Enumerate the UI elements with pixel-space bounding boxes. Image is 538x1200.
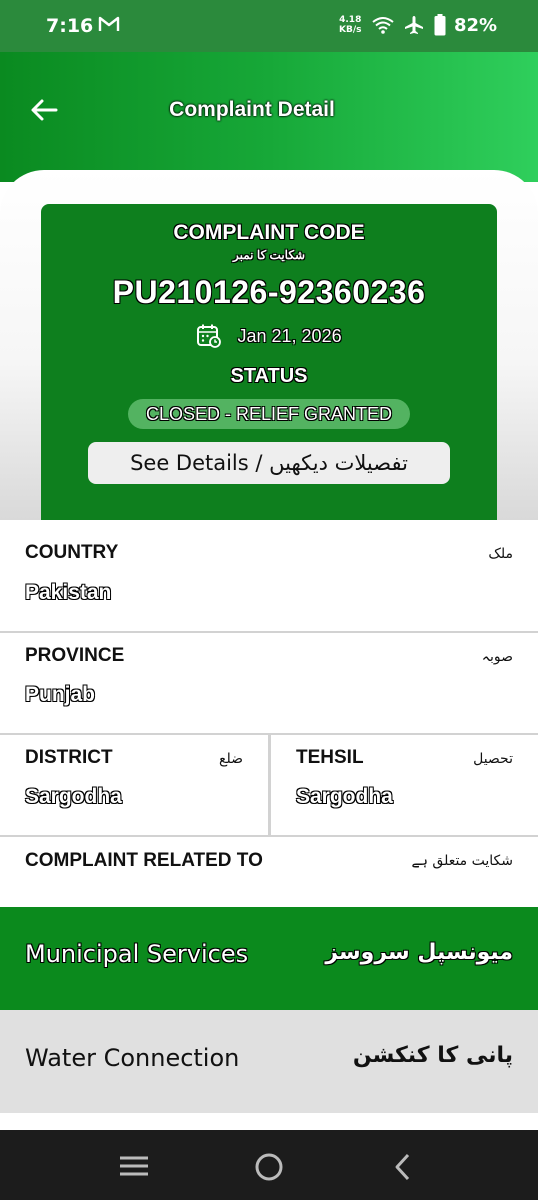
- tehsil-label: TEHSIL: [296, 747, 364, 768]
- municipal-services-label: Municipal Services: [25, 940, 249, 968]
- province-label: PROVINCE: [25, 645, 125, 666]
- tehsil-cell: TEHSIL تحصیل Sargodha: [271, 735, 538, 835]
- bottom-spacer: [0, 1113, 538, 1130]
- see-details-button[interactable]: See Details / تفصیلات دیکھیں: [88, 442, 450, 484]
- status-time: 7:16: [46, 15, 94, 37]
- status-badge: CLOSED - RELIEF GRANTED: [128, 399, 410, 429]
- district-value: Sargodha: [25, 785, 122, 808]
- district-label: DISTRICT: [25, 747, 113, 768]
- water-connection-label: Water Connection: [25, 1044, 240, 1072]
- district-cell: DISTRICT ضلع Sargodha: [0, 735, 268, 835]
- complaint-date: Jan 21, 2026: [237, 325, 342, 346]
- province-value: Punjab: [25, 683, 96, 706]
- back-nav-icon[interactable]: [392, 1152, 412, 1182]
- district-label-urdu: ضلع: [219, 751, 243, 767]
- app-header: Complaint Detail: [0, 52, 538, 182]
- home-icon[interactable]: [254, 1152, 284, 1182]
- province-label-urdu: صوبہ: [481, 649, 513, 665]
- complaint-code: PU210126-92360236: [112, 274, 426, 310]
- country-label-urdu: ملک: [488, 546, 513, 562]
- network-speed-value: 4.18: [339, 15, 362, 25]
- municipal-services-label-urdu: میونسپل سروسز: [325, 940, 513, 965]
- municipal-services-row[interactable]: Municipal Services میونسپل سروسز: [0, 907, 538, 1010]
- system-nav-bar: [0, 1130, 538, 1200]
- district-tehsil-row: DISTRICT ضلع Sargodha TEHSIL تحصیل Sargo…: [0, 735, 538, 837]
- tehsil-value: Sargodha: [296, 785, 393, 808]
- tehsil-label-urdu: تحصیل: [473, 751, 513, 767]
- country-label: COUNTRY: [25, 542, 119, 563]
- country-value: Pakistan: [25, 581, 112, 604]
- status-bar: 7:16 4.18 KB/s 82%: [0, 0, 538, 52]
- network-speed-unit: KB/s: [339, 25, 362, 35]
- battery-icon: [434, 14, 446, 36]
- calendar-clock-icon: [197, 324, 222, 348]
- complaint-code-heading-urdu: شکایت کا نمبر: [232, 248, 306, 262]
- province-row: PROVINCE صوبہ Punjab: [0, 633, 538, 735]
- battery-percent: 82%: [454, 15, 498, 36]
- complaint-card: COMPLAINT CODE شکایت کا نمبر PU210126-92…: [41, 204, 497, 520]
- complaint-date-row: Jan 21, 2026: [41, 323, 497, 349]
- related-label: COMPLAINT RELATED TO: [25, 850, 263, 871]
- page-title: Complaint Detail: [169, 98, 335, 121]
- wifi-icon: [372, 17, 394, 34]
- network-speed: 4.18 KB/s: [339, 15, 361, 35]
- related-row: COMPLAINT RELATED TO شکایت متعلق ہے: [0, 837, 538, 907]
- gmail-icon: [98, 16, 120, 31]
- water-connection-label-urdu: پانی کا کنکشن: [352, 1043, 513, 1068]
- complaint-code-heading: COMPLAINT CODE: [173, 221, 365, 244]
- airplane-icon: [405, 16, 423, 34]
- recent-apps-icon[interactable]: [118, 1152, 150, 1180]
- status-heading: STATUS: [230, 365, 308, 387]
- country-row: COUNTRY ملک Pakistan: [0, 520, 538, 633]
- water-connection-row[interactable]: Water Connection پانی کا کنکشن: [0, 1010, 538, 1113]
- related-label-urdu: شکایت متعلق ہے: [411, 853, 513, 869]
